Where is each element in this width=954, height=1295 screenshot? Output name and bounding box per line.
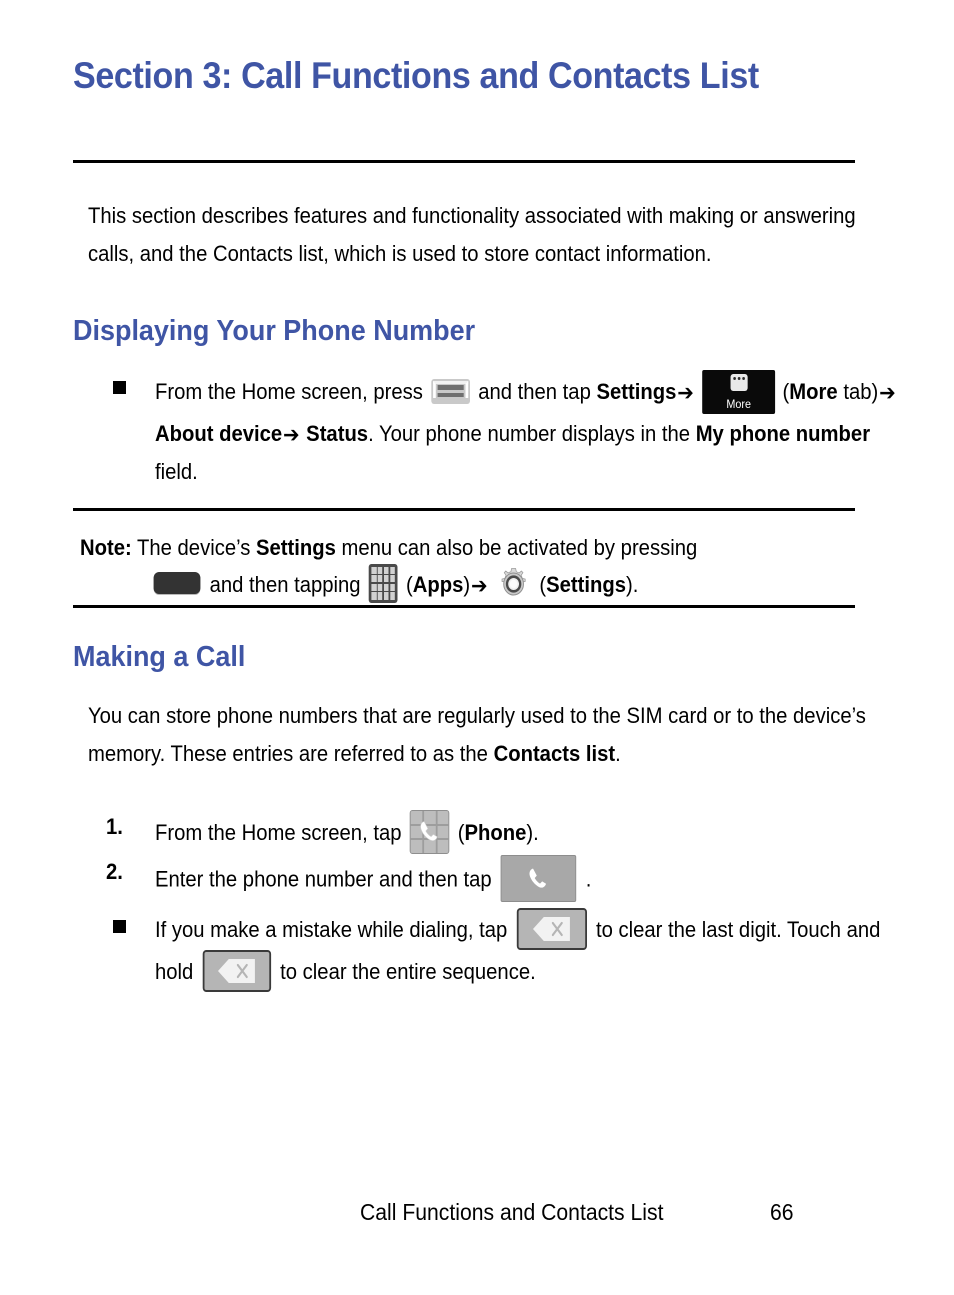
displaying-phone-number-instruction: From the Home screen, press and then tap… — [155, 370, 911, 491]
note-settings-bold: Settings — [546, 572, 627, 597]
arrow-icon-4: ➔ — [471, 573, 488, 598]
call-button-icon[interactable] — [500, 855, 577, 902]
title-divider — [73, 160, 855, 163]
backspace-icon[interactable] — [516, 908, 587, 950]
phone-paren-close: ). — [526, 819, 539, 845]
instruction-text-2: and then tap — [478, 378, 591, 404]
backspace-instruction: If you make a mistake while dialing, tap… — [155, 908, 920, 994]
settings-gear-icon[interactable] — [498, 566, 530, 602]
apps-label: Apps — [412, 572, 464, 597]
note-block-line2: and then tapping (Apps)➔ (Settings). — [150, 563, 954, 606]
step-1-text: From the Home screen, tap — [155, 819, 402, 845]
heading-making-a-call: Making a Call — [73, 641, 246, 673]
phone-label: Phone — [464, 819, 527, 845]
note-divider-top — [73, 508, 855, 511]
manual-page: Section 3: Call Functions and Contacts L… — [0, 0, 954, 1295]
bullet-marker — [113, 381, 126, 394]
phone-app-icon[interactable] — [409, 810, 450, 854]
making-call-text-2: . — [615, 741, 621, 766]
arrow-icon-2: ➔ — [879, 379, 896, 405]
contacts-list-label: Contacts list — [493, 741, 616, 766]
more-tab-icon[interactable]: More — [702, 370, 776, 414]
making-call-text-1: You can store phone numbers that are reg… — [88, 703, 866, 766]
backspace-text-3: to clear the entire sequence. — [280, 958, 536, 984]
intro-paragraph: This section describes features and func… — [88, 203, 856, 266]
more-tab-word: tab) — [843, 378, 879, 404]
footer-title: Call Functions and Contacts List — [360, 1199, 664, 1225]
note-block: Note: The device’s Settings menu can als… — [80, 527, 890, 569]
more-paren-open: ( — [782, 378, 790, 404]
step-1-number: 1. — [106, 814, 123, 839]
step-2-number: 2. — [106, 859, 123, 884]
more-tab-icon-label: More — [726, 397, 751, 411]
my-phone-number-label: My phone number — [695, 421, 871, 446]
page-title: Section 3: Call Functions and Contacts L… — [73, 55, 759, 96]
instruction-text-4: field. — [155, 459, 198, 484]
bullet-marker-2 — [113, 920, 126, 933]
note-text-3: and then tapping — [209, 572, 361, 597]
note-label: Note: — [80, 535, 132, 560]
settings-paren-close: ). — [626, 572, 639, 597]
step-1: From the Home screen, tap (Phone). — [155, 810, 785, 856]
arrow-icon: ➔ — [677, 379, 694, 405]
making-a-call-paragraph: You can store phone numbers that are reg… — [88, 697, 880, 773]
step-2-text: Enter the phone number and then tap — [155, 866, 492, 892]
apps-paren-close: ) — [463, 572, 471, 597]
apps-grid-icon[interactable] — [368, 563, 398, 603]
instruction-text-1: From the Home screen, press — [155, 378, 423, 404]
note-divider-bottom — [73, 605, 855, 608]
heading-displaying-phone-number: Displaying Your Phone Number — [73, 315, 476, 347]
status-label: Status — [306, 421, 369, 446]
home-key-icon[interactable] — [153, 572, 201, 595]
step-2: Enter the phone number and then tap . — [155, 855, 839, 904]
phone-paren-open: ( — [457, 819, 465, 845]
footer-page-number: 66 — [770, 1199, 794, 1225]
backspace-text-1: If you make a mistake while dialing, tap — [155, 916, 508, 942]
apps-paren-open: ( — [406, 572, 413, 597]
instruction-text-3: . Your phone number displays in the — [368, 421, 691, 446]
note-text-1: The device’s — [137, 535, 251, 560]
note-settings-label: Settings — [255, 535, 336, 560]
step-2-text-end: . — [585, 866, 592, 892]
arrow-icon-3: ➔ — [283, 422, 300, 447]
more-label: More — [789, 378, 838, 404]
menu-key-icon[interactable] — [431, 378, 470, 404]
note-text-2: menu can also be activated by pressing — [341, 535, 698, 560]
settings-label: Settings — [596, 378, 677, 404]
backspace-icon-2[interactable] — [202, 950, 271, 992]
about-device-label: About device — [155, 421, 283, 446]
